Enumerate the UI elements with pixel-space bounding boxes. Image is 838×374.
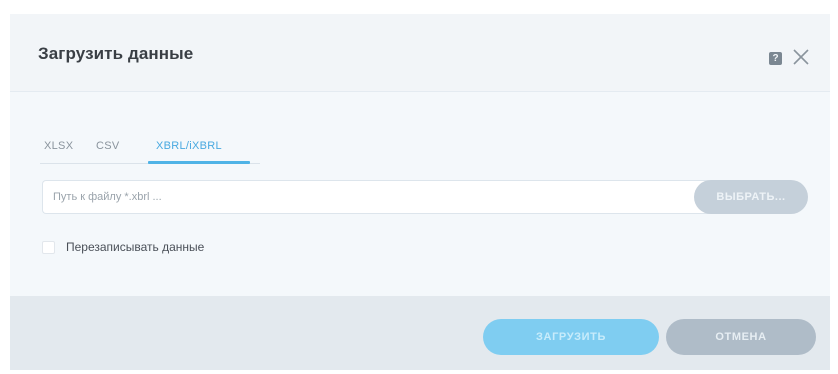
tab-xlsx[interactable]: XLSX	[44, 140, 73, 164]
overwrite-checkbox[interactable]	[42, 241, 55, 254]
choose-file-button[interactable]: ВЫБРАТЬ...	[694, 180, 808, 214]
upload-data-dialog: Загрузить данные ? XLSX CSV XBRL/iXBRL В…	[10, 14, 830, 370]
file-path-row: ВЫБРАТЬ...	[42, 180, 818, 216]
upload-button[interactable]: ЗАГРУЗИТЬ	[483, 319, 659, 355]
tab-csv[interactable]: CSV	[96, 140, 120, 164]
overwrite-checkbox-label: Перезаписывать данные	[66, 240, 205, 254]
format-tabs: XLSX CSV XBRL/iXBRL	[40, 136, 260, 164]
dialog-title: Загрузить данные	[38, 44, 194, 63]
help-icon[interactable]: ?	[769, 52, 782, 65]
active-tab-indicator	[148, 161, 250, 164]
cancel-button[interactable]: ОТМЕНА	[666, 319, 816, 355]
overwrite-option[interactable]: Перезаписывать данные	[42, 238, 302, 258]
close-icon[interactable]	[790, 46, 812, 68]
dialog-footer: ЗАГРУЗИТЬ ОТМЕНА	[10, 296, 830, 370]
dialog-header: Загрузить данные ?	[10, 14, 830, 92]
file-path-input[interactable]	[42, 180, 722, 214]
